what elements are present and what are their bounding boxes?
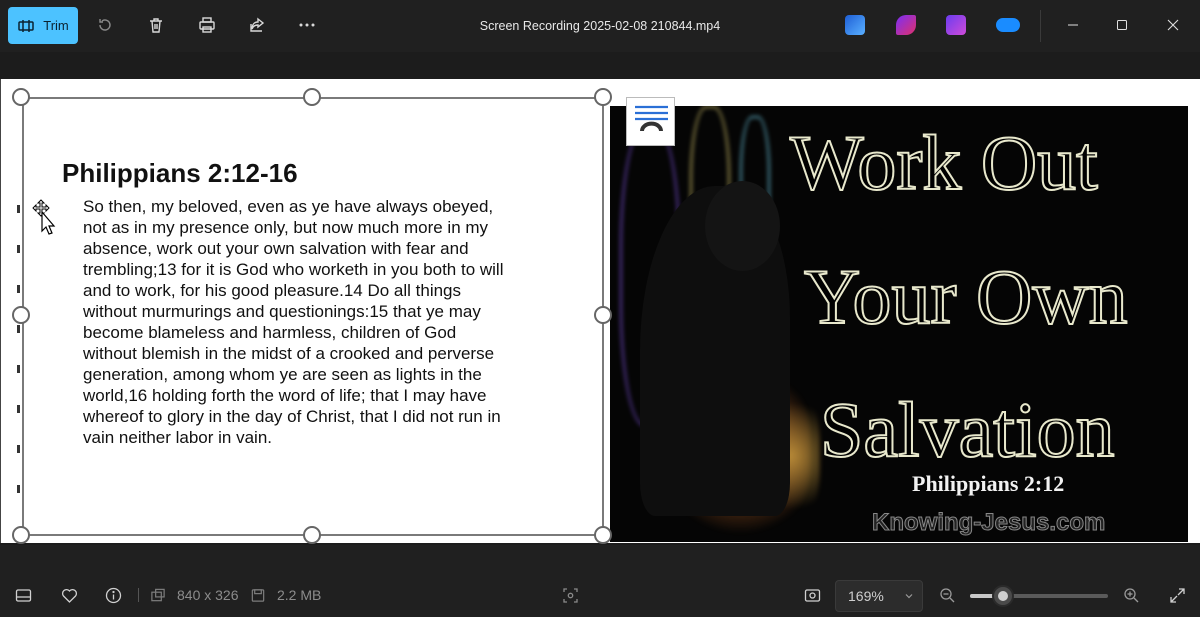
zoom-slider-thumb[interactable] <box>992 585 1015 607</box>
maximize-icon <box>1117 20 1127 30</box>
rotate-button[interactable] <box>94 14 116 36</box>
share-icon <box>250 17 265 32</box>
dimensions-icon <box>150 585 166 605</box>
handle-top-right[interactable] <box>594 88 612 106</box>
status-divider <box>138 588 139 602</box>
info-icon <box>105 587 121 603</box>
trim-button[interactable]: Trim <box>8 7 78 44</box>
handle-bottom-right[interactable] <box>594 526 612 544</box>
clipchamp-icon[interactable] <box>946 15 966 35</box>
more-options-button[interactable] <box>296 14 318 36</box>
photo-editor-icon[interactable] <box>845 15 865 35</box>
selection-frame[interactable] <box>22 97 604 536</box>
printer-icon <box>199 17 215 33</box>
onedrive-icon[interactable] <box>996 18 1020 32</box>
filmstrip-button[interactable] <box>13 585 33 605</box>
minimize-button[interactable] <box>1053 10 1093 40</box>
trim-icon <box>18 19 34 32</box>
close-button[interactable] <box>1153 10 1193 40</box>
toolbar-divider <box>1040 10 1041 42</box>
trash-icon <box>150 18 162 33</box>
more-icon <box>299 23 315 27</box>
image-heading-line-3: Salvation <box>819 385 1116 474</box>
handle-middle-right[interactable] <box>594 306 612 324</box>
figure-head <box>705 181 780 271</box>
zoom-in-icon <box>1123 587 1138 602</box>
handle-top-center[interactable] <box>303 88 321 106</box>
window-title: Screen Recording 2025-02-08 210844.mp4 <box>479 19 721 33</box>
image-heading-line-2: Your Own <box>803 252 1129 341</box>
handle-top-left[interactable] <box>12 88 30 106</box>
file-info-button[interactable] <box>103 585 123 605</box>
save-disk-icon <box>250 585 266 605</box>
left-edge-ticks <box>17 205 21 525</box>
share-button[interactable] <box>246 14 268 36</box>
file-size: 2.2 MB <box>277 587 322 603</box>
focus-frame-button[interactable] <box>560 585 580 605</box>
actual-size-icon <box>804 588 820 602</box>
actual-size-button[interactable] <box>802 585 822 605</box>
trim-label: Trim <box>43 18 69 33</box>
text-scan-icon <box>635 105 668 131</box>
zoom-out-button[interactable] <box>937 585 957 605</box>
close-icon <box>1167 19 1179 31</box>
print-button[interactable] <box>196 14 218 36</box>
handle-bottom-left[interactable] <box>12 526 30 544</box>
image-watermark: Knowing-Jesus.com <box>871 509 1106 537</box>
expand-icon <box>1169 587 1185 603</box>
delete-button[interactable] <box>145 14 167 36</box>
minimize-icon <box>1068 24 1078 26</box>
designer-icon[interactable] <box>896 15 916 35</box>
text-detection-button[interactable] <box>626 97 675 146</box>
image-dimensions: 840 x 326 <box>177 587 239 603</box>
chevron-down-icon <box>905 594 913 599</box>
move-cursor-icon <box>32 199 56 235</box>
handle-middle-left[interactable] <box>12 306 30 324</box>
zoom-out-icon <box>939 587 954 602</box>
maximize-button[interactable] <box>1102 10 1142 40</box>
fullscreen-button[interactable] <box>1167 585 1187 605</box>
focus-frame-icon <box>562 587 578 603</box>
zoom-value: 169% <box>848 588 884 604</box>
zoom-in-button[interactable] <box>1121 585 1141 605</box>
image-heading-line-1: Work Out <box>789 118 1099 207</box>
favorite-button[interactable] <box>59 585 79 605</box>
zoom-dropdown[interactable]: 169% <box>835 580 923 612</box>
handle-bottom-center[interactable] <box>303 526 321 544</box>
filmstrip-icon <box>15 588 31 602</box>
image-reference: Philippians 2:12 <box>912 471 1065 496</box>
heart-icon <box>61 588 77 603</box>
rotate-icon <box>99 19 111 31</box>
